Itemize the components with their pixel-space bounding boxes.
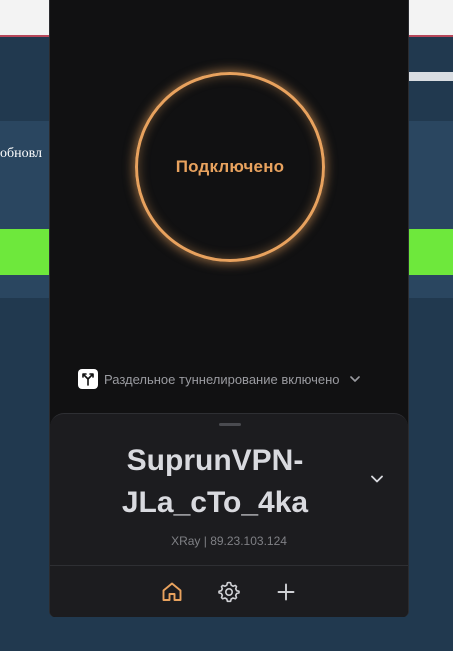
server-name[interactable]: SuprunVPN-JLa_cTo_4ka: [90, 440, 340, 524]
nav-settings-button[interactable]: [216, 579, 242, 605]
chevron-down-icon[interactable]: [368, 470, 386, 488]
vpn-popup: Подключено Раздельное туннелирование вкл…: [49, 0, 409, 617]
chevron-down-icon: [349, 376, 360, 382]
background-green-bar-right: [409, 229, 453, 275]
split-arrows-icon: [78, 369, 98, 389]
server-info: XRay | 89.23.103.124: [171, 534, 287, 548]
connect-toggle-button[interactable]: Подключено: [135, 72, 325, 262]
background-strip: [409, 72, 453, 81]
split-tunnel-toggle[interactable]: Раздельное туннелирование включено: [78, 368, 362, 390]
bottom-nav: [50, 565, 408, 617]
drag-handle[interactable]: [219, 423, 241, 426]
server-sheet: SuprunVPN-JLa_cTo_4ka XRay | 89.23.103.1…: [50, 413, 408, 617]
background-text: обновл: [0, 146, 43, 161]
split-tunnel-label: Раздельное туннелирование включено: [104, 371, 340, 387]
plus-icon: [277, 583, 295, 601]
home-icon: [162, 582, 182, 601]
connection-status: Подключено: [175, 157, 285, 176]
nav-home-button[interactable]: [159, 579, 185, 605]
background-green-bar-left: [0, 229, 49, 275]
gear-icon: [218, 581, 240, 603]
nav-add-button[interactable]: [273, 579, 299, 605]
